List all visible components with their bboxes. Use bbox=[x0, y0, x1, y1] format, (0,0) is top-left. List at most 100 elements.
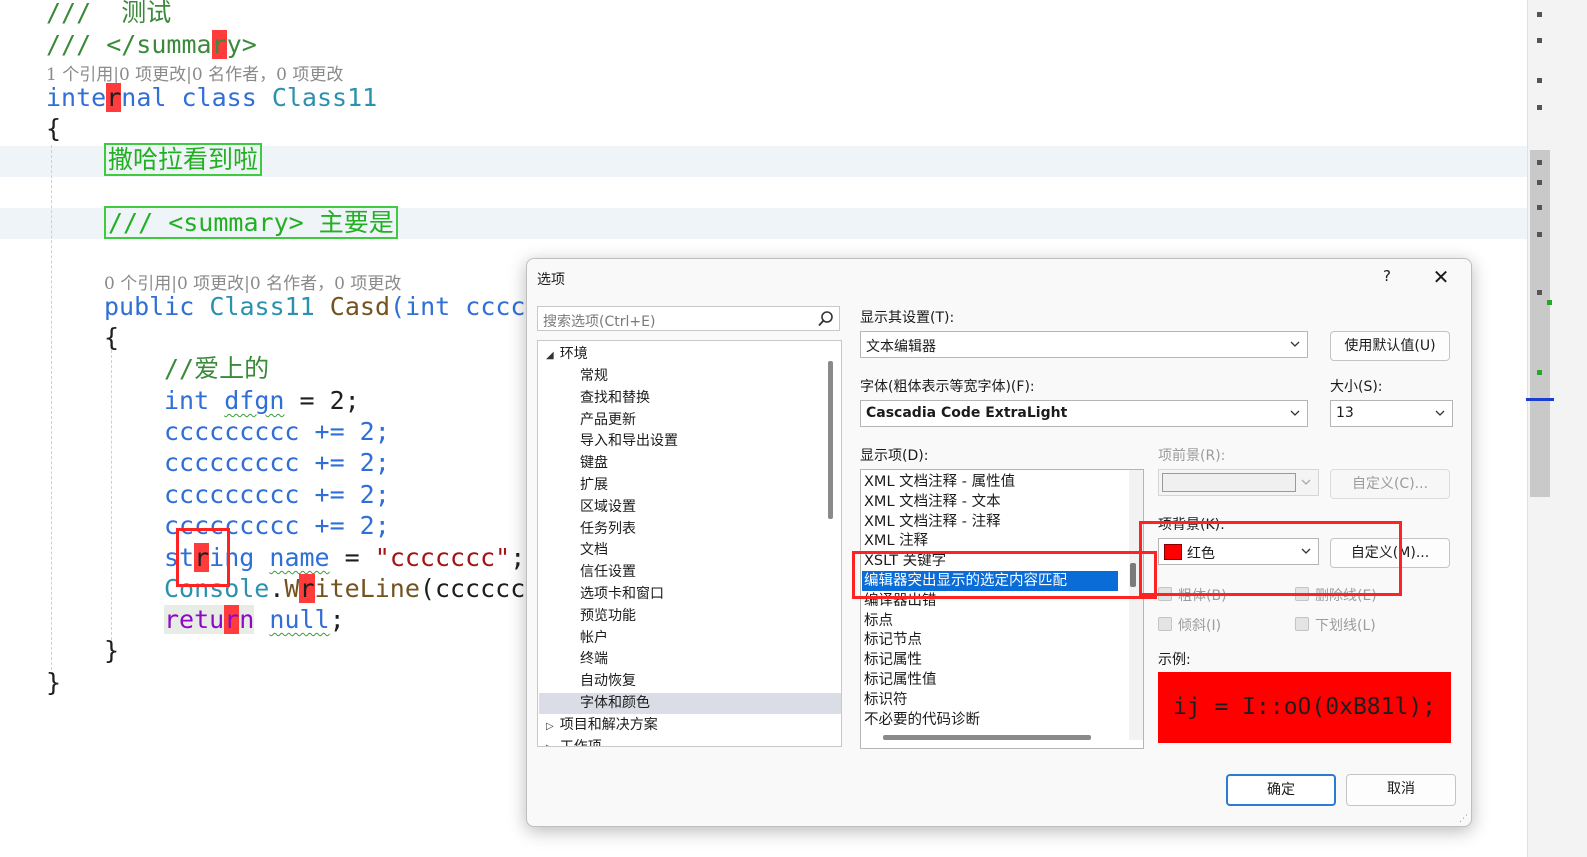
chevron-down-icon bbox=[1290, 341, 1300, 347]
chevron-down-icon bbox=[1301, 548, 1311, 554]
code-line: } bbox=[104, 636, 120, 665]
scroll-marker bbox=[1537, 160, 1542, 165]
code-line: /// <summary> 主要是 bbox=[104, 206, 398, 239]
scroll-marker bbox=[1537, 105, 1542, 110]
scroll-marker bbox=[1537, 78, 1542, 83]
size-label: 大小(S): bbox=[1330, 379, 1383, 395]
search-input[interactable]: 搜索选项(Ctrl+E) bbox=[537, 306, 840, 331]
size-select[interactable]: 13 bbox=[1330, 400, 1453, 427]
custom-foreground-button[interactable]: 自定义(C)... bbox=[1330, 469, 1450, 499]
tree-toggle-icon[interactable]: ◢ bbox=[546, 350, 554, 361]
chevron-down-icon bbox=[1301, 479, 1311, 485]
tree-item[interactable]: 键盘 bbox=[580, 453, 608, 474]
list-hscroll-thumb[interactable] bbox=[883, 735, 1091, 740]
tree-item[interactable]: 文档 bbox=[580, 540, 608, 561]
tree-item[interactable]: ▷ 项目和解决方案 bbox=[546, 715, 658, 736]
use-defaults-button[interactable]: 使用默认值(U) bbox=[1330, 331, 1450, 361]
tree-toggle-icon[interactable]: ▷ bbox=[546, 743, 554, 746]
tree-item[interactable]: 任务列表 bbox=[580, 519, 636, 540]
help-button[interactable]: ? bbox=[1377, 267, 1397, 289]
code-line: ccccccccc += 2; bbox=[164, 417, 390, 446]
tree-item[interactable]: 产品更新 bbox=[580, 410, 636, 431]
scroll-marker bbox=[1537, 38, 1542, 43]
tree-item[interactable]: 字体和颜色 bbox=[539, 693, 841, 714]
list-vscroll-thumb[interactable] bbox=[1130, 563, 1136, 587]
match-highlight: r bbox=[299, 574, 315, 603]
display-item[interactable]: XSLT 关键字 bbox=[864, 551, 946, 571]
display-item[interactable]: 编译器出错 bbox=[864, 591, 937, 611]
tree-item[interactable]: 终端 bbox=[580, 649, 608, 670]
font-select[interactable]: Cascadia Code ExtraLight bbox=[860, 400, 1308, 427]
code-line: Console.WriteLine(cccccc bbox=[164, 574, 526, 603]
background-select[interactable]: 红色 bbox=[1158, 538, 1319, 565]
scroll-marker bbox=[1537, 370, 1542, 375]
scrollbar-thumb[interactable] bbox=[1530, 150, 1550, 497]
tree-item[interactable]: 自动恢复 bbox=[580, 671, 636, 692]
code-line: string name = "ccccccc"; bbox=[164, 543, 526, 572]
display-item[interactable]: XML 文档注释 - 属性值 bbox=[864, 472, 1015, 492]
tree-item[interactable]: 选项卡和窗口 bbox=[580, 584, 664, 605]
font-label: 字体(粗体表示等宽字体)(F): bbox=[860, 379, 1035, 395]
tree-item[interactable]: 扩展 bbox=[580, 475, 608, 496]
search-icon bbox=[818, 311, 833, 327]
options-tree[interactable]: ◢ 环境 常规 查找和替换 产品更新 导入和导出设置 键盘 扩展 区域设置 任务列表 文档 信任设置选… bbox=[537, 340, 842, 747]
cancel-button[interactable]: 取消 bbox=[1346, 774, 1456, 806]
display-item[interactable]: 标记属性值 bbox=[864, 670, 937, 690]
display-item[interactable]: XML 文档注释 - 文本 bbox=[864, 492, 1001, 512]
match-highlight: r bbox=[211, 30, 227, 59]
display-item[interactable]: 标记节点 bbox=[864, 630, 922, 650]
display-item[interactable]: XML 文档注释 - 注释 bbox=[864, 512, 1001, 532]
display-item[interactable]: 不必要的代码诊断 bbox=[864, 710, 980, 730]
code-line: return null; bbox=[164, 605, 345, 634]
italic-label: 倾斜(I) bbox=[1178, 618, 1222, 634]
tree-item[interactable]: 常规 bbox=[580, 366, 608, 387]
display-item[interactable]: 标识符 bbox=[864, 690, 908, 710]
show-settings-select[interactable]: 文本编辑器 bbox=[860, 331, 1308, 358]
sample-preview: ij = I::oO(0xB81l); bbox=[1158, 672, 1451, 743]
chevron-down-icon bbox=[1435, 410, 1445, 416]
code-line: /// </summary> bbox=[46, 30, 257, 59]
underline-checkbox[interactable] bbox=[1295, 617, 1309, 631]
search-placeholder: 搜索选项(Ctrl+E) bbox=[543, 314, 656, 330]
match-highlight: r bbox=[194, 543, 210, 572]
display-items-label: 显示项(D): bbox=[860, 448, 929, 464]
resize-grip-icon[interactable]: ⋰ bbox=[1459, 814, 1469, 824]
tree-item[interactable]: ▷工作项 bbox=[546, 737, 602, 746]
display-item[interactable]: 编辑器突出显示的选定内容匹配 bbox=[862, 571, 1118, 591]
tree-scrollbar-thumb[interactable] bbox=[828, 361, 833, 519]
strikethrough-checkbox[interactable] bbox=[1295, 587, 1309, 601]
list-vscroll-track[interactable] bbox=[1129, 470, 1143, 740]
display-items-list[interactable]: 不必要的代码诊断 标识符 标记属性值 标记属性 标记节点 标点 编译器出错 编辑器突出显示的选… bbox=[860, 469, 1144, 749]
tree-item[interactable]: 帐户 bbox=[580, 628, 608, 649]
tree-item[interactable]: 查找和替换 bbox=[580, 388, 650, 409]
code-line: internal class Class11 bbox=[46, 83, 378, 112]
tree-item[interactable]: 预览功能 bbox=[580, 606, 636, 627]
code-line: ccccccccc += 2; bbox=[164, 480, 390, 509]
bold-checkbox[interactable] bbox=[1158, 587, 1172, 601]
tree-item[interactable]: 信任设置 bbox=[580, 562, 636, 583]
display-item[interactable]: XML 注释 bbox=[864, 531, 928, 551]
tree-toggle-icon[interactable]: ▷ bbox=[546, 721, 554, 732]
ok-button[interactable]: 确定 bbox=[1226, 774, 1336, 806]
code-line: int dfgn = 2; bbox=[164, 386, 360, 415]
scroll-marker bbox=[1547, 300, 1552, 305]
indent-guide bbox=[51, 145, 52, 675]
code-line: ccccccccc += 2; bbox=[164, 511, 390, 540]
close-button[interactable]: ✕ bbox=[1429, 265, 1453, 289]
foreground-label: 项前景(R): bbox=[1158, 448, 1226, 464]
custom-background-button[interactable]: 自定义(M)... bbox=[1330, 538, 1450, 568]
underline-label: 下划线(L) bbox=[1315, 618, 1376, 634]
scroll-marker bbox=[1537, 232, 1542, 237]
scroll-marker bbox=[1537, 290, 1542, 295]
match-highlight: r bbox=[224, 605, 240, 634]
foreground-select[interactable] bbox=[1158, 469, 1319, 496]
display-item[interactable]: 标记属性 bbox=[864, 650, 922, 670]
display-item[interactable]: 标点 bbox=[864, 611, 893, 631]
bold-label: 粗体(B) bbox=[1178, 588, 1227, 604]
tree-item[interactable]: ◢ 环境 bbox=[546, 344, 588, 365]
dialog-title: 选项 bbox=[537, 272, 565, 288]
italic-checkbox[interactable] bbox=[1158, 617, 1172, 631]
tree-item[interactable]: 导入和导出设置 bbox=[580, 431, 678, 452]
color-swatch bbox=[1164, 544, 1182, 560]
tree-item[interactable]: 区域设置 bbox=[580, 497, 636, 518]
